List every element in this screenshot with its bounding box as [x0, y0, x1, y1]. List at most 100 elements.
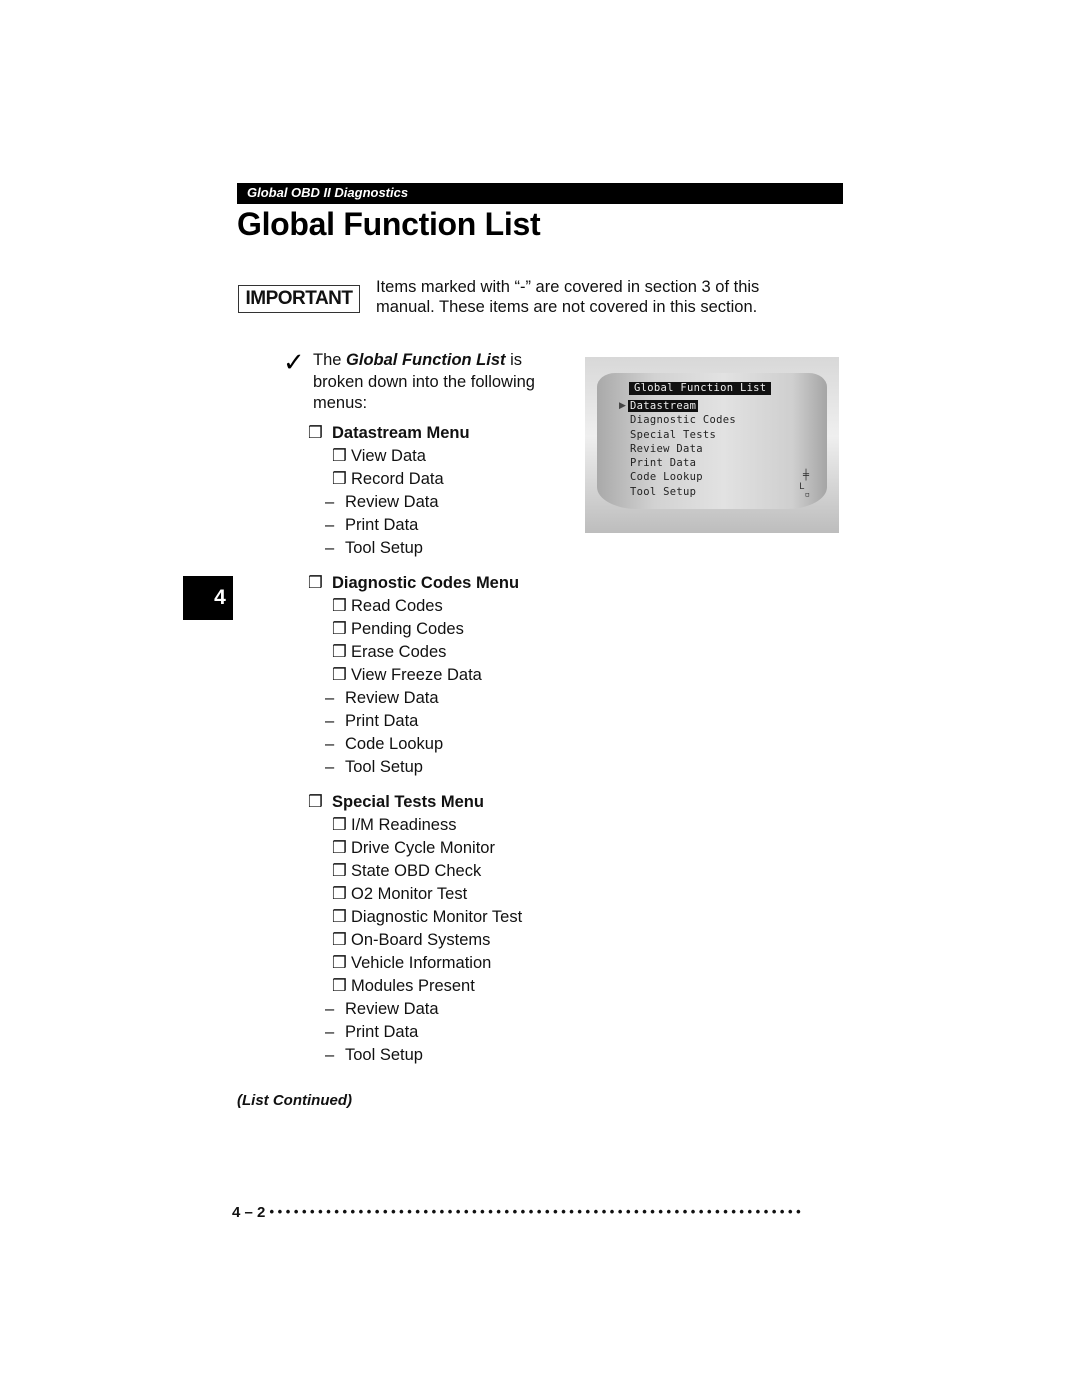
menu-list-item: – Review Data [308, 687, 608, 710]
menu-item-label: Tool Setup [345, 539, 423, 557]
checkbox-icon: ❒ [308, 574, 323, 592]
checkbox-icon: ❒ [332, 447, 347, 465]
dash-icon: – [325, 493, 335, 511]
menu-list-item: ❒ Diagnostic Monitor Test [308, 906, 608, 929]
section-header-label: Global OBD II Diagnostics [247, 185, 409, 200]
checkbox-icon: ❒ [332, 885, 347, 903]
screen-menu-item-label: Tool Setup [630, 485, 697, 498]
menu-item-label: Diagnostic Monitor Test [351, 908, 523, 926]
screen-menu-item[interactable]: Special Tests [630, 428, 736, 442]
menu-list-item: – Tool Setup [308, 537, 608, 560]
scan-tool-display: Global Function List ▶ Datastream Diagnos… [585, 357, 839, 533]
menu-list-item: – Print Data [308, 1021, 608, 1044]
checkbox-icon: ❒ [332, 862, 347, 880]
important-note: Items marked with “-” are covered in sec… [376, 277, 816, 317]
screen-title: Global Function List [629, 382, 772, 395]
list-continued-note: (List Continued) [237, 1092, 352, 1109]
menu-list-item: – Print Data [308, 710, 608, 733]
screen-menu-item[interactable]: Review Data [630, 442, 736, 456]
dash-icon: – [325, 539, 335, 557]
screen-menu-item[interactable]: Datastream [628, 399, 736, 413]
menu-list-item: ❒ I/M Readiness [308, 814, 608, 837]
menu-list-item: ❒ View Data [308, 445, 608, 468]
screen-menu-item-label: Special Tests [630, 428, 717, 441]
screen-menu-item[interactable]: Code Lookup [630, 470, 736, 484]
datastream-menu-list: ❒ Datastream Menu ❒ View Data ❒ Record Data – R… [308, 422, 608, 560]
menu-item-label: Code Lookup [345, 735, 444, 753]
section-header-bar: Global OBD II Diagnostics [237, 183, 843, 204]
menu-list-item: ❒ Erase Codes [308, 641, 608, 664]
checkbox-icon: ❒ [332, 643, 347, 661]
checkbox-icon: ❒ [332, 620, 347, 638]
menu-item-label: Vehicle Information [351, 954, 492, 972]
menu-item-label: Review Data [345, 689, 439, 707]
menu-item-label: Tool Setup [345, 758, 423, 776]
dash-icon: – [325, 712, 335, 730]
menu-item-label: Erase Codes [351, 643, 447, 661]
checkbox-icon: ❒ [308, 793, 323, 811]
menu-list-item: ❒ Pending Codes [308, 618, 608, 641]
important-note-line-2: manual. These items are not covered in t… [376, 298, 758, 316]
dash-icon: – [325, 1023, 335, 1041]
menu-list-item: ❒ Vehicle Information [308, 952, 608, 975]
screen-menu-item-label: Review Data [630, 442, 703, 455]
signal-icon: ╪ [802, 470, 809, 481]
menu-list-item: ❒ Record Data [308, 468, 608, 491]
menu-item-label: Pending Codes [351, 620, 464, 638]
dash-icon: – [325, 1000, 335, 1018]
menu-item-label: Print Data [345, 1023, 419, 1041]
important-note-line-1: Items marked with “-” are covered in sec… [376, 278, 760, 296]
checkbox-icon: ❒ [332, 954, 347, 972]
checkbox-icon: ❒ [332, 977, 347, 995]
menu-item-label: O2 Monitor Test [351, 885, 468, 903]
menu-item-label: I/M Readiness [351, 816, 457, 834]
screen-menu-item[interactable]: Diagnostic Codes [630, 413, 736, 427]
checkbox-icon: ❒ [332, 908, 347, 926]
menu-list-item: ❒ View Freeze Data [308, 664, 608, 687]
dash-icon: – [325, 1046, 335, 1064]
chapter-tab: 4 [183, 576, 233, 620]
menu-heading: ❒ Datastream Menu [308, 422, 608, 445]
menu-item-label: Record Data [351, 470, 444, 488]
page-title: Global Function List [237, 206, 541, 242]
menu-item-label: On-Board Systems [351, 931, 491, 949]
menu-item-label: View Data [351, 447, 426, 465]
screen-menu-item[interactable]: Print Data [630, 456, 736, 470]
menu-list-item: – Tool Setup [308, 1044, 608, 1067]
menu-item-label: Modules Present [351, 977, 475, 995]
dash-icon: – [325, 689, 335, 707]
intro-text: The Global Function List is broken down … [313, 350, 563, 415]
dash-icon: – [325, 735, 335, 753]
chapter-number: 4 [214, 586, 226, 609]
menu-list-item: ❒ O2 Monitor Test [308, 883, 608, 906]
menu-item-label: Print Data [345, 516, 419, 534]
menu-item-label: Review Data [345, 493, 439, 511]
page-footer: 4 – 2 ••••••••••••••••••••••••••••••••••… [232, 1204, 804, 1221]
menu-list-item: – Tool Setup [308, 756, 608, 779]
dash-icon: – [325, 516, 335, 534]
menu-list-item: – Code Lookup [308, 733, 608, 756]
screen-menu-item-label: Diagnostic Codes [630, 414, 736, 427]
special-tests-menu-list: ❒ Special Tests Menu ❒ I/M Readiness ❒ Drive … [308, 791, 608, 1067]
menu-list-item: ❒ Drive Cycle Monitor [308, 837, 608, 860]
menu-list-item: ❒ State OBD Check [308, 860, 608, 883]
screen-menu: Datastream Diagnostic Codes Special Tests R… [628, 399, 736, 499]
menu-heading-label: Diagnostic Codes Menu [332, 574, 520, 592]
menu-item-label: Drive Cycle Monitor [351, 839, 495, 857]
menu-heading-label: Datastream Menu [332, 424, 470, 442]
important-badge: IMPORTANT [238, 285, 360, 313]
checkbox-icon: ❒ [332, 931, 347, 949]
menu-item-label: Read Codes [351, 597, 443, 615]
screen-menu-item-label: Datastream [628, 400, 699, 412]
menu-item-label: Print Data [345, 712, 419, 730]
dash-icon: – [325, 758, 335, 776]
menu-list-item: – Review Data [308, 998, 608, 1021]
intro-emphasis: Global Function List [346, 351, 506, 369]
checkbox-icon: ❒ [332, 839, 347, 857]
menu-list-item: ❒ On-Board Systems [308, 929, 608, 952]
screen-menu-item[interactable]: Tool Setup [630, 485, 736, 499]
page-number: 4 – 2 [232, 1204, 266, 1221]
diagnostic-codes-menu-list: ❒ Diagnostic Codes Menu ❒ Read Codes ❒ Pendin… [308, 572, 608, 779]
menu-list-item: ❒ Read Codes [308, 595, 608, 618]
power-plug-icon: L ▫ [799, 482, 810, 500]
